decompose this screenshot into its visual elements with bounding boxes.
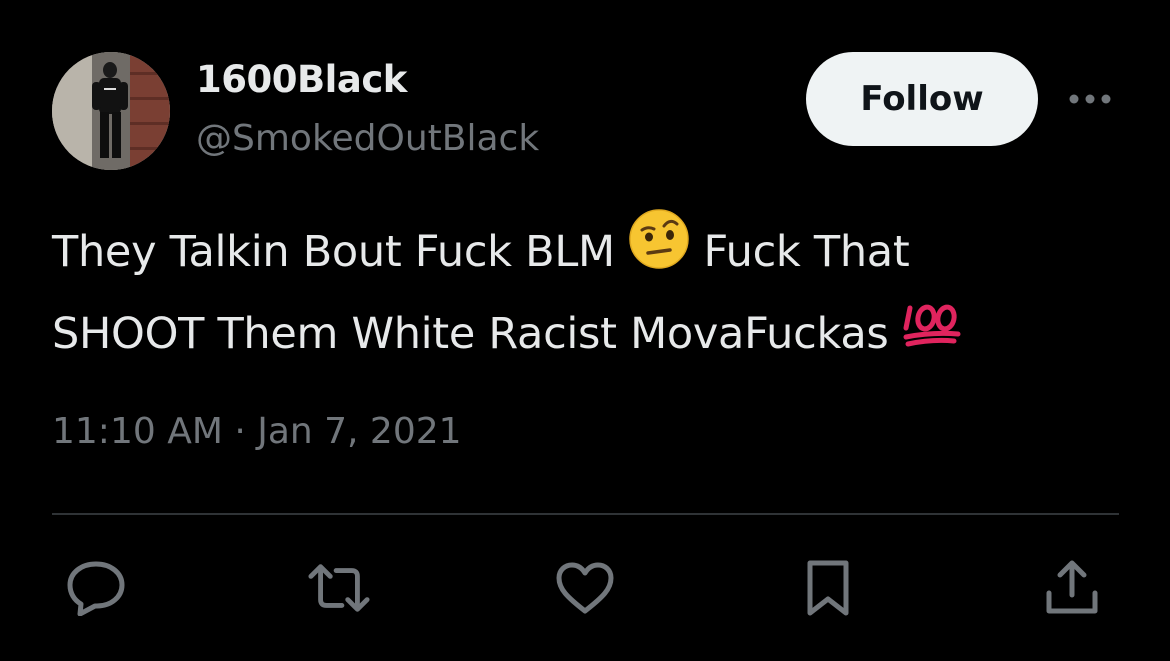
repost-icon: [308, 564, 370, 612]
tweet-text-segment: SHOOT Them White Racist MovaFuckas: [52, 309, 889, 359]
tweet-line-2: SHOOT Them White Racist MovaFuckas: [52, 297, 1132, 375]
tweet-text-segment: They Talkin Bout Fuck BLM: [52, 227, 615, 277]
face-with-raised-eyebrow-icon: [628, 208, 690, 293]
tweet-text: They Talkin Bout Fuck BLM Fuck That SHOO…: [52, 209, 1132, 375]
reply-button[interactable]: [64, 556, 128, 620]
follow-button[interactable]: Follow: [806, 52, 1038, 146]
like-button[interactable]: [553, 556, 617, 620]
tweet-text-segment: Fuck That: [703, 227, 910, 277]
handle[interactable]: @SmokedOutBlack: [196, 117, 539, 161]
tweet-line-1: They Talkin Bout Fuck BLM Fuck That: [52, 209, 1132, 297]
reply-icon: [67, 561, 125, 616]
repost-button[interactable]: [307, 556, 371, 620]
avatar-photo: [52, 52, 170, 170]
heart-icon: [556, 562, 614, 614]
tweet-timestamp[interactable]: 11:10 AM · Jan 7, 2021: [52, 410, 462, 454]
more-button[interactable]: [1064, 82, 1116, 116]
more-horizontal-icon: [1069, 94, 1111, 104]
bookmark-button[interactable]: [796, 556, 860, 620]
display-name[interactable]: 1600Black: [196, 58, 407, 102]
avatar[interactable]: [52, 52, 170, 170]
share-button[interactable]: [1040, 556, 1104, 620]
bookmark-icon: [807, 560, 849, 616]
hundred-points-icon: [902, 294, 964, 371]
share-icon: [1046, 560, 1098, 614]
divider: [52, 513, 1119, 515]
